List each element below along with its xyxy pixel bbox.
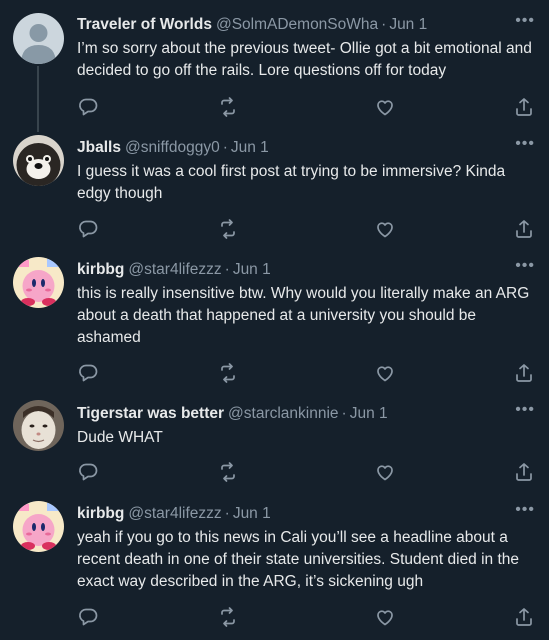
more-options-icon[interactable]: ••• [515, 11, 535, 31]
more-options-icon[interactable]: ••• [515, 400, 535, 420]
tweet-text: I’m so sorry about the previous tweet- O… [77, 40, 532, 79]
separator-dot: · [224, 505, 230, 522]
retweet-icon[interactable] [217, 362, 239, 384]
separator-dot: · [381, 16, 387, 33]
kirby-avatar[interactable] [13, 257, 64, 308]
retweet-icon[interactable] [217, 96, 239, 118]
reply-icon[interactable] [77, 606, 99, 628]
thread-connector-line [37, 66, 39, 132]
retweet-icon[interactable] [217, 461, 239, 483]
tweet-actions [77, 461, 532, 483]
tweet-actions [77, 606, 532, 628]
retweet-icon[interactable] [217, 218, 239, 240]
share-icon[interactable] [513, 218, 535, 240]
more-options-icon[interactable]: ••• [515, 256, 535, 276]
tweet-text: I guess it was a cool first post at tryi… [77, 163, 506, 202]
reply-icon[interactable] [77, 96, 99, 118]
dog-avatar[interactable] [13, 135, 64, 186]
user-handle[interactable]: @starclankinnie [228, 405, 339, 422]
kirby-avatar[interactable] [13, 501, 64, 552]
share-icon[interactable] [513, 362, 535, 384]
tweet-actions [77, 218, 532, 240]
like-icon[interactable] [374, 218, 396, 240]
display-name[interactable]: Traveler of Worlds [77, 16, 212, 33]
separator-dot: · [341, 405, 347, 422]
display-name[interactable]: Tigerstar was better [77, 405, 224, 422]
user-handle[interactable]: @sniffdoggy0 [125, 139, 220, 156]
cat-face-avatar[interactable] [13, 400, 64, 451]
more-options-icon[interactable]: ••• [515, 134, 535, 154]
tweet-date[interactable]: Jun 1 [350, 405, 388, 422]
share-icon[interactable] [513, 461, 535, 483]
reply-icon[interactable] [77, 362, 99, 384]
tweet-actions [77, 362, 532, 384]
tweet-date[interactable]: Jun 1 [233, 261, 271, 278]
display-name[interactable]: kirbbg [77, 261, 124, 278]
user-handle[interactable]: @star4lifezzz [128, 261, 221, 278]
user-handle[interactable]: @SolmADemonSoWha [216, 16, 378, 33]
like-icon[interactable] [374, 606, 396, 628]
default-avatar[interactable] [13, 13, 64, 64]
separator-dot: · [224, 261, 230, 278]
like-icon[interactable] [374, 461, 396, 483]
tweet-text: Dude WHAT [77, 429, 163, 446]
tweet-text: this is really insensitive btw. Why woul… [77, 285, 530, 346]
tweet-date[interactable]: Jun 1 [389, 16, 427, 33]
user-handle[interactable]: @star4lifezzz [128, 505, 221, 522]
separator-dot: · [222, 139, 228, 156]
display-name[interactable]: kirbbg [77, 505, 124, 522]
reply-icon[interactable] [77, 218, 99, 240]
like-icon[interactable] [374, 96, 396, 118]
share-icon[interactable] [513, 606, 535, 628]
tweet-date[interactable]: Jun 1 [233, 505, 271, 522]
more-options-icon[interactable]: ••• [515, 500, 535, 520]
retweet-icon[interactable] [217, 606, 239, 628]
display-name[interactable]: Jballs [77, 139, 121, 156]
reply-icon[interactable] [77, 461, 99, 483]
tweet-actions [77, 96, 532, 118]
tweet-date[interactable]: Jun 1 [231, 139, 269, 156]
like-icon[interactable] [374, 362, 396, 384]
share-icon[interactable] [513, 96, 535, 118]
tweet-text: yeah if you go to this news in Cali you’… [77, 529, 520, 590]
